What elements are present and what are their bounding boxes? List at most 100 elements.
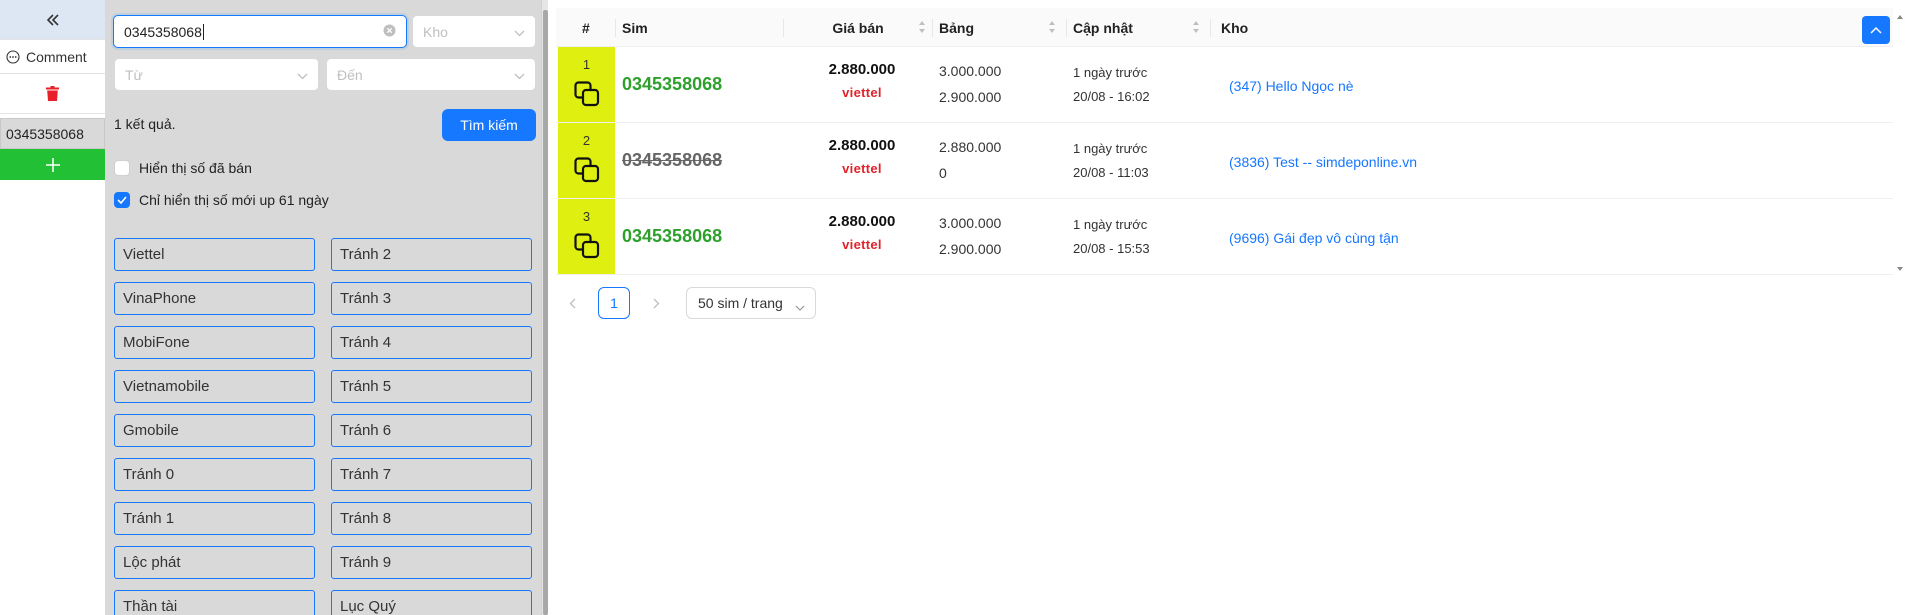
col-price[interactable]: Giá bán: [784, 8, 932, 47]
sim-number[interactable]: 0345358068: [622, 226, 722, 247]
checkbox-unchecked[interactable]: [114, 160, 130, 176]
index-cell[interactable]: 1: [558, 47, 615, 122]
comment-icon: [6, 49, 20, 64]
tag-button[interactable]: Viettel: [114, 238, 315, 271]
tag-button[interactable]: Lộc phát: [114, 546, 315, 579]
prev-page-button[interactable]: [556, 287, 588, 319]
updated-time: 20/08 - 15:53: [1073, 241, 1150, 256]
tag-button[interactable]: Lục Quý: [331, 590, 532, 615]
index-cell[interactable]: 3: [558, 199, 615, 274]
saved-number-item[interactable]: 0345358068: [0, 118, 105, 149]
scrollbar-thumb[interactable]: [543, 10, 548, 615]
to-placeholder: Đến: [337, 66, 363, 83]
tag-button[interactable]: VinaPhone: [114, 282, 315, 315]
double-chevron-left-icon: [46, 13, 59, 26]
to-select[interactable]: Đến: [326, 58, 536, 91]
sim-number-sold[interactable]: 0345358068: [622, 150, 722, 171]
bang-price-1: 2.880.000: [939, 139, 1002, 155]
copy-icon[interactable]: [574, 157, 600, 183]
chevron-right-icon: [653, 298, 659, 308]
col-updated-label: Cập nhật: [1073, 19, 1133, 36]
kho-link[interactable]: (3836) Test -- simdeponline.vn: [1229, 154, 1417, 170]
table-header: # Sim Giá bán Bảng Cập nhật Kho: [556, 8, 1893, 47]
from-select[interactable]: Từ: [114, 58, 319, 91]
bang-price-2: 2.900.000: [939, 89, 1002, 105]
show-sold-checkbox[interactable]: Hiển thị số đã bán: [114, 160, 252, 176]
delete-button[interactable]: [0, 74, 105, 114]
tag-button[interactable]: Tránh 1: [114, 502, 315, 535]
check-icon: [117, 196, 127, 204]
index-cell[interactable]: 2: [558, 123, 615, 198]
tag-button[interactable]: Tránh 6: [331, 414, 532, 447]
kho-link[interactable]: (347) Hello Ngọc nè: [1229, 78, 1354, 94]
add-button[interactable]: [0, 149, 105, 180]
checkbox-checked[interactable]: [114, 192, 130, 208]
tag-button[interactable]: Vietnamobile: [114, 370, 315, 403]
comment-label: Comment: [26, 48, 87, 65]
carrier-logo: viettel: [842, 161, 882, 176]
scroll-up-arrow-icon[interactable]: [1895, 13, 1905, 21]
col-separator: [932, 19, 933, 37]
sort-icon[interactable]: [1048, 20, 1056, 37]
table-scrollbar[interactable]: [1895, 8, 1905, 273]
sim-number[interactable]: 0345358068: [622, 74, 722, 95]
show-sold-label: Hiển thị số đã bán: [139, 160, 252, 176]
sell-price: 2.880.000: [828, 213, 896, 230]
scroll-to-top-button[interactable]: [1862, 16, 1890, 44]
updated-relative: 1 ngày trước: [1073, 65, 1148, 80]
table-row[interactable]: 3 0345358068 2.880.000 viettel 3.000.000…: [556, 199, 1893, 275]
clear-icon[interactable]: [383, 24, 396, 40]
show-recent-label: Chỉ hiển thị số mới up 61 ngày: [139, 192, 329, 208]
tag-button[interactable]: Tránh 3: [331, 282, 532, 315]
tag-button[interactable]: Tránh 7: [331, 458, 532, 491]
show-recent-checkbox[interactable]: Chỉ hiển thị số mới up 61 ngày: [114, 192, 329, 208]
scroll-down-arrow-icon[interactable]: [1895, 265, 1905, 273]
tag-button[interactable]: Thần tài: [114, 590, 315, 615]
tag-button[interactable]: Tránh 0: [114, 458, 315, 491]
col-price-label: Giá bán: [832, 19, 884, 36]
tag-button[interactable]: Tránh 8: [331, 502, 532, 535]
comment-button[interactable]: Comment: [0, 40, 105, 74]
col-updated[interactable]: Cập nhật: [1073, 8, 1206, 47]
collapse-button[interactable]: [0, 0, 105, 40]
page-1-button[interactable]: 1: [598, 287, 630, 319]
sell-price: 2.880.000: [828, 61, 896, 78]
plus-icon: [45, 157, 60, 172]
carrier-logo: viettel: [842, 85, 882, 100]
chevron-down-icon: [795, 299, 805, 315]
pagination: 1 50 sim / trang: [556, 286, 816, 320]
updated-time: 20/08 - 11:03: [1073, 165, 1149, 180]
bang-price-2: 0: [939, 165, 947, 181]
sim-search-input[interactable]: 0345358068: [113, 15, 407, 48]
chevron-down-icon: [297, 67, 308, 83]
sort-icon[interactable]: [918, 20, 926, 37]
col-bang[interactable]: Bảng: [939, 8, 1062, 47]
col-sim: Sim: [622, 19, 648, 36]
copy-icon[interactable]: [574, 81, 600, 107]
col-separator: [615, 19, 616, 37]
page-size-select[interactable]: 50 sim / trang: [686, 287, 816, 319]
next-page-button[interactable]: [640, 287, 672, 319]
tag-button[interactable]: MobiFone: [114, 326, 315, 359]
row-index: 1: [582, 57, 591, 72]
tag-button[interactable]: Tránh 5: [331, 370, 532, 403]
tag-button[interactable]: Tránh 2: [331, 238, 532, 271]
search-button[interactable]: Tìm kiếm: [442, 109, 536, 141]
panel-scrollbar[interactable]: [541, 0, 548, 615]
table-row[interactable]: 2 0345358068 2.880.000 viettel 2.880.000…: [556, 123, 1893, 199]
tag-button[interactable]: Tránh 4: [331, 326, 532, 359]
col-kho: Kho: [1221, 19, 1249, 36]
copy-icon[interactable]: [574, 233, 600, 259]
tag-button[interactable]: Gmobile: [114, 414, 315, 447]
kho-link[interactable]: (9696) Gái đẹp vô cùng tận: [1229, 230, 1399, 246]
updated-time: 20/08 - 16:02: [1073, 89, 1150, 104]
result-count: 1 kết quả.: [114, 116, 176, 132]
bang-price-2: 2.900.000: [939, 241, 1002, 257]
tag-button[interactable]: Tránh 9: [331, 546, 532, 579]
left-nav: Comment 0345358068: [0, 0, 105, 615]
bang-price-1: 3.000.000: [939, 63, 1002, 79]
kho-select[interactable]: Kho: [412, 15, 536, 48]
sort-icon[interactable]: [1192, 20, 1200, 37]
col-separator: [1066, 19, 1067, 37]
table-row[interactable]: 1 0345358068 2.880.000 viettel 3.000.000…: [556, 47, 1893, 123]
